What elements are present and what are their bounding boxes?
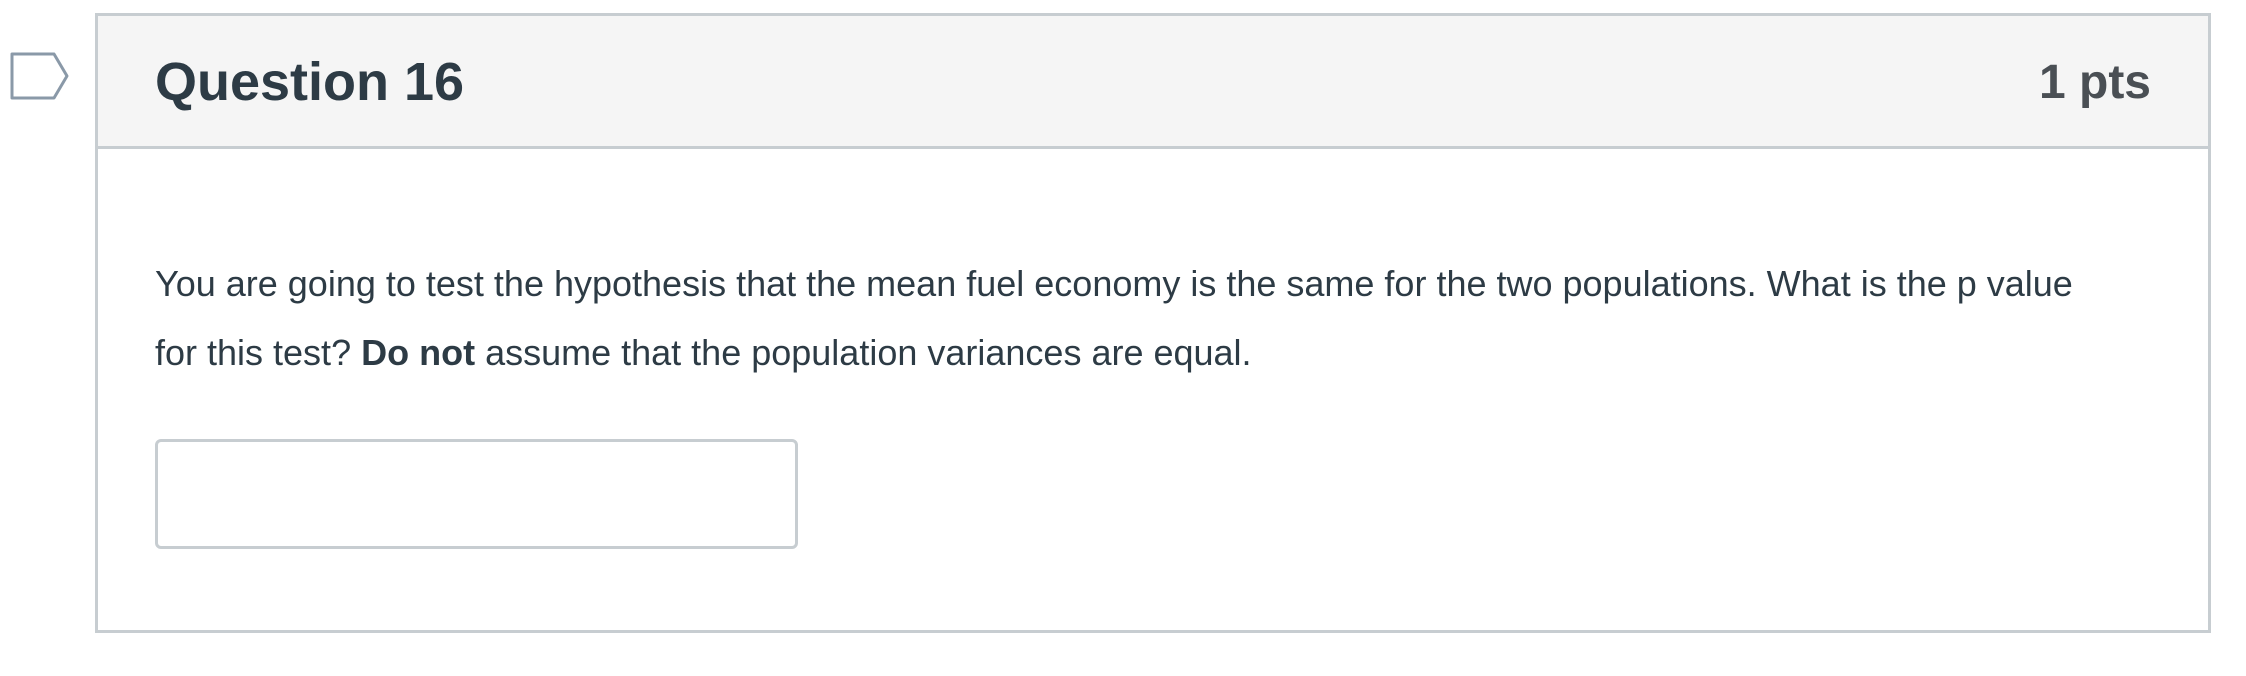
bookmark-flag-icon	[10, 52, 69, 100]
question-text-emphasis: Do not	[361, 332, 476, 373]
question-title: Question 16	[155, 52, 465, 112]
question-points: 1 pts	[2038, 56, 2151, 109]
quiz-page: Question 16 1 pts You are going to test …	[0, 0, 2246, 676]
flag-question-button[interactable]	[10, 52, 70, 100]
answer-input[interactable]	[155, 439, 798, 549]
question-header: Question 16 1 pts	[98, 16, 2208, 149]
question-text-part2: assume that the population variances are…	[475, 332, 1252, 373]
question-card: Question 16 1 pts You are going to test …	[95, 13, 2211, 633]
question-text: You are going to test the hypothesis tha…	[155, 249, 2085, 387]
